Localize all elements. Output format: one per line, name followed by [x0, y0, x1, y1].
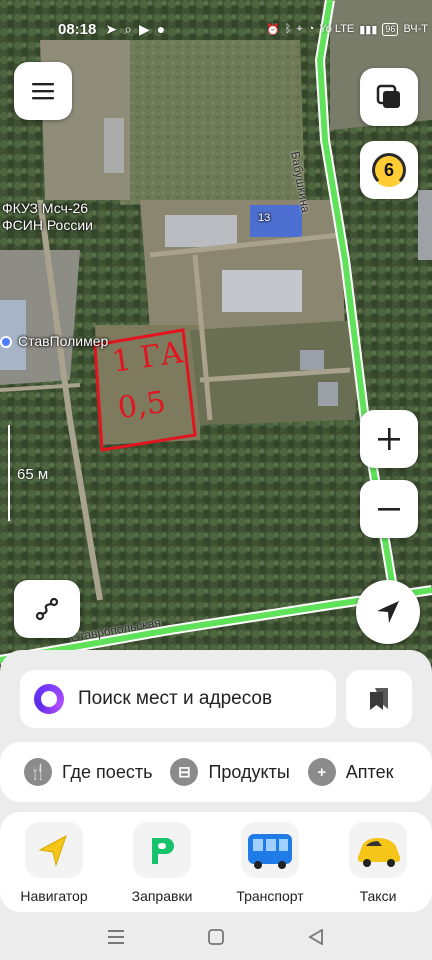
- search-status-icon: ⌕: [124, 20, 132, 37]
- navigator-icon: [25, 822, 83, 878]
- status-time: 08:18: [58, 20, 97, 38]
- layers-button[interactable]: [360, 68, 418, 126]
- wifi-icon: ◔: [307, 23, 315, 35]
- app-navigator[interactable]: Навигатор: [4, 822, 104, 904]
- plus-icon: [378, 428, 400, 450]
- fork-knife-icon: 🍴: [24, 758, 52, 786]
- app-label: Такси: [359, 888, 397, 904]
- map-view[interactable]: 1 ГА 0,5 ФКУЗ Мсч-26 ФСИН России СтавПол…: [0, 0, 432, 690]
- status-bar: 08:18 ➤ ⌕ ▶ ● ⏰ ᛒ ⌖ ◔ Yo LTE ▮▮▮ 96 ВЧ-Т: [58, 16, 428, 42]
- taxi-icon: [349, 822, 407, 878]
- app-transport[interactable]: Транспорт: [220, 822, 320, 904]
- network-type: Yo LTE: [319, 23, 355, 35]
- hamburger-icon: [32, 83, 54, 100]
- category-chips: 🍴 Где поесть ⊟ Продукты + Аптек: [0, 742, 432, 802]
- location-arrow-icon: [377, 601, 399, 623]
- zoom-in-button[interactable]: [360, 410, 418, 468]
- poi-label-stavpolimer[interactable]: СтавПолимер: [18, 333, 108, 350]
- poi-label-fkuz-line2[interactable]: ФСИН России: [2, 217, 93, 234]
- chip-groceries[interactable]: ⊟ Продукты: [170, 758, 290, 786]
- map-scale-label: 65 м: [17, 466, 49, 483]
- search-input[interactable]: Поиск мест и адресов: [20, 670, 336, 728]
- chip-label: Где поесть: [62, 761, 153, 782]
- app-label: Навигатор: [20, 888, 88, 904]
- app-label: Транспорт: [236, 888, 304, 904]
- bookmarks-icon: [370, 688, 388, 710]
- search-row: Поиск мест и адресов: [0, 670, 432, 730]
- route-button[interactable]: [14, 580, 80, 638]
- poi-marker[interactable]: [0, 336, 12, 348]
- chip-food[interactable]: 🍴 Где поесть: [24, 758, 152, 786]
- chip-label: Продукты: [208, 761, 290, 782]
- bus-icon: [241, 822, 299, 878]
- app-fuel[interactable]: Заправки: [112, 822, 212, 904]
- carrier-label: ВЧ-Т: [403, 23, 428, 35]
- my-location-button[interactable]: [356, 580, 420, 644]
- route-icon: [35, 597, 59, 621]
- traffic-level-icon: 6: [372, 153, 406, 187]
- app-label: Заправки: [131, 888, 193, 904]
- system-nav-bar: [0, 914, 432, 960]
- search-placeholder: Поиск мест и адресов: [78, 688, 273, 709]
- youtube-icon: ▶: [138, 20, 150, 37]
- alarm-icon: ⏰: [266, 23, 280, 36]
- bottom-sheet: Поиск мест и адресов 🍴 Где поесть ⊟ Прод…: [0, 650, 432, 960]
- poi-label-fkuz-line1[interactable]: ФКУЗ Мсч-26: [2, 200, 88, 217]
- plot-annotation-bottom: 0,5: [115, 384, 168, 427]
- chip-pharmacy[interactable]: + Аптек: [307, 758, 394, 786]
- traffic-button[interactable]: 6: [360, 141, 418, 199]
- plus-icon: +: [307, 758, 336, 786]
- recent-apps-icon[interactable]: [106, 927, 126, 947]
- building-number-label: 13: [258, 212, 271, 224]
- bookmarks-button[interactable]: [346, 670, 412, 728]
- location-status-icon: ⌖: [296, 22, 303, 35]
- basket-icon: ⊟: [170, 758, 199, 786]
- app-status-icon: ●: [156, 21, 166, 37]
- minus-icon: [378, 508, 400, 511]
- fuel-icon: [133, 822, 191, 878]
- battery-icon: 96: [382, 22, 399, 36]
- bluetooth-icon: ᛒ: [284, 23, 292, 35]
- zoom-out-button[interactable]: [360, 480, 418, 538]
- layers-icon: [376, 84, 400, 108]
- menu-button[interactable]: [14, 62, 72, 120]
- map-scale-bar: [8, 425, 12, 521]
- app-taxi[interactable]: Такси: [328, 822, 428, 904]
- signal-icon: ▮▮▮: [359, 23, 378, 36]
- alice-assistant-icon[interactable]: [34, 684, 64, 714]
- chip-label: Аптек: [345, 761, 394, 782]
- telegram-icon: ➤: [105, 20, 118, 37]
- services-row: Навигатор Заправки Транспорт Такси: [0, 812, 432, 912]
- home-icon[interactable]: [206, 927, 226, 947]
- back-icon[interactable]: [306, 927, 326, 947]
